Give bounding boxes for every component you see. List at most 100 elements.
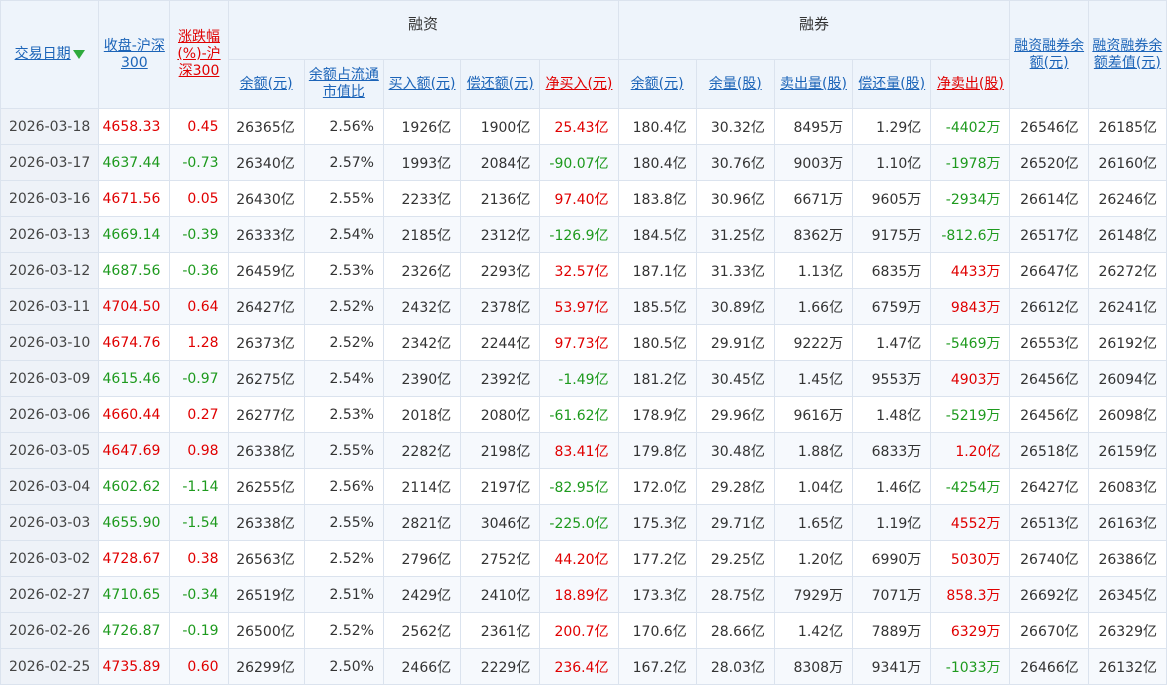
date-cell: 2026-03-02 xyxy=(0,540,100,577)
rq-sell-cell: 6671万 xyxy=(773,180,854,217)
close-cell: 4687.56 xyxy=(98,252,171,289)
rq-qty-cell: 28.75亿 xyxy=(695,576,775,613)
header-rz-net-label[interactable]: 净买入(元) xyxy=(545,76,612,92)
header-close-label[interactable]: 收盘-沪深300 xyxy=(104,38,165,71)
rz-balance-cell: 26277亿 xyxy=(227,396,305,433)
table-row: 2026-03-10 4674.76 1.28 26373亿 2.52% 2342亿 224… xyxy=(0,324,1167,361)
diff-cell: 26272亿 xyxy=(1087,252,1167,289)
rq-net-cell: 6329万 xyxy=(930,612,1011,649)
rz-net-cell: -90.07亿 xyxy=(539,144,619,181)
table-row: 2026-03-11 4704.50 0.64 26427亿 2.52% 2432亿 237… xyxy=(0,288,1167,325)
rq-net-cell: -1978万 xyxy=(930,144,1011,181)
close-cell: 4660.44 xyxy=(98,396,171,433)
header-diff[interactable]: 融资融券余额差值(元) xyxy=(1087,0,1167,109)
total-cell: 26553亿 xyxy=(1009,324,1089,361)
rq-qty-cell: 29.71亿 xyxy=(695,504,775,541)
change-cell: 0.05 xyxy=(169,180,229,217)
sort-desc-icon[interactable] xyxy=(72,49,85,59)
header-rq-net-label[interactable]: 净卖出(股) xyxy=(937,76,1004,92)
header-total-label[interactable]: 融资融券余额(元) xyxy=(1014,38,1084,71)
rq-qty-cell: 29.28亿 xyxy=(695,468,775,505)
rq-qty-cell: 28.66亿 xyxy=(695,612,775,649)
rz-net-cell: 97.73亿 xyxy=(539,324,619,361)
header-change[interactable]: 涨跌幅(%)-沪深300 xyxy=(169,0,229,109)
header-date[interactable]: 交易日期 xyxy=(0,0,100,109)
rz-ratio-cell: 2.52% xyxy=(303,288,384,325)
rq-sell-cell: 8495万 xyxy=(773,108,854,145)
header-rq-balance-label[interactable]: 余额(元) xyxy=(631,76,684,92)
header-close[interactable]: 收盘-沪深300 xyxy=(98,0,171,109)
change-cell: 0.64 xyxy=(169,288,229,325)
date-cell: 2026-03-03 xyxy=(0,504,100,541)
rz-buy-cell: 2466亿 xyxy=(382,648,462,685)
diff-cell: 26192亿 xyxy=(1087,324,1167,361)
header-rq-sell-label[interactable]: 卖出量(股) xyxy=(780,76,847,92)
header-rq-net[interactable]: 净卖出(股) xyxy=(930,59,1011,109)
header-rz-repay-label[interactable]: 偿还额(元) xyxy=(467,76,534,92)
header-change-label[interactable]: 涨跌幅(%)-沪深300 xyxy=(177,29,220,79)
rq-balance-cell: 175.3亿 xyxy=(617,504,697,541)
diff-cell: 26329亿 xyxy=(1087,612,1167,649)
close-cell: 4637.44 xyxy=(98,144,171,181)
rq-repay-cell: 1.48亿 xyxy=(852,396,932,433)
header-date-label[interactable]: 交易日期 xyxy=(15,46,71,62)
rz-net-cell: 32.57亿 xyxy=(539,252,619,289)
header-rz-balance-label[interactable]: 余额(元) xyxy=(240,76,293,92)
date-cell: 2026-03-13 xyxy=(0,216,100,253)
close-cell: 4726.87 xyxy=(98,612,171,649)
diff-cell: 26159亿 xyxy=(1087,432,1167,469)
header-rq-qty[interactable]: 余量(股) xyxy=(695,59,775,109)
change-cell: 0.38 xyxy=(169,540,229,577)
rz-ratio-cell: 2.51% xyxy=(303,576,384,613)
rz-buy-cell: 2282亿 xyxy=(382,432,462,469)
rq-repay-cell: 6990万 xyxy=(852,540,932,577)
header-rz-balance[interactable]: 余额(元) xyxy=(227,59,305,109)
header-rz-net[interactable]: 净买入(元) xyxy=(539,59,619,109)
date-cell: 2026-03-10 xyxy=(0,324,100,361)
header-diff-label[interactable]: 融资融券余额差值(元) xyxy=(1092,38,1162,71)
rz-repay-cell: 2197亿 xyxy=(460,468,541,505)
diff-cell: 26386亿 xyxy=(1087,540,1167,577)
rq-qty-cell: 31.33亿 xyxy=(695,252,775,289)
header-rz-repay[interactable]: 偿还额(元) xyxy=(460,59,541,109)
header-rq-sell[interactable]: 卖出量(股) xyxy=(773,59,854,109)
header-rz-ratio-label[interactable]: 余额占流通市值比 xyxy=(309,67,379,100)
header-rz-ratio[interactable]: 余额占流通市值比 xyxy=(303,59,384,109)
header-rq-balance[interactable]: 余额(元) xyxy=(617,59,697,109)
rq-repay-cell: 6759万 xyxy=(852,288,932,325)
rq-qty-cell: 29.25亿 xyxy=(695,540,775,577)
rq-net-cell: 4552万 xyxy=(930,504,1011,541)
diff-cell: 26163亿 xyxy=(1087,504,1167,541)
date-cell: 2026-02-27 xyxy=(0,576,100,613)
diff-cell: 26160亿 xyxy=(1087,144,1167,181)
rz-repay-cell: 3046亿 xyxy=(460,504,541,541)
date-cell: 2026-03-04 xyxy=(0,468,100,505)
close-cell: 4671.56 xyxy=(98,180,171,217)
header-rz-buy-label[interactable]: 买入额(元) xyxy=(389,76,456,92)
close-cell: 4735.89 xyxy=(98,648,171,685)
rq-sell-cell: 1.88亿 xyxy=(773,432,854,469)
rz-ratio-cell: 2.55% xyxy=(303,432,384,469)
header-rq-repay-label[interactable]: 偿还量(股) xyxy=(858,76,925,92)
rq-sell-cell: 8362万 xyxy=(773,216,854,253)
rq-net-cell: -1033万 xyxy=(930,648,1011,685)
header-rq-qty-label[interactable]: 余量(股) xyxy=(709,76,762,92)
rz-ratio-cell: 2.55% xyxy=(303,180,384,217)
rz-balance-cell: 26430亿 xyxy=(227,180,305,217)
diff-cell: 26185亿 xyxy=(1087,108,1167,145)
rq-net-cell: 9843万 xyxy=(930,288,1011,325)
table-row: 2026-03-05 4647.69 0.98 26338亿 2.55% 2282亿 219… xyxy=(0,432,1167,469)
close-cell: 4710.65 xyxy=(98,576,171,613)
total-cell: 26427亿 xyxy=(1009,468,1089,505)
table-row: 2026-03-09 4615.46 -0.97 26275亿 2.54% 2390亿 23… xyxy=(0,360,1167,397)
rz-buy-cell: 2018亿 xyxy=(382,396,462,433)
rz-buy-cell: 2233亿 xyxy=(382,180,462,217)
rz-repay-cell: 2378亿 xyxy=(460,288,541,325)
header-rq-repay[interactable]: 偿还量(股) xyxy=(852,59,932,109)
header-total[interactable]: 融资融券余额(元) xyxy=(1009,0,1089,109)
date-cell: 2026-03-06 xyxy=(0,396,100,433)
header-rz-buy[interactable]: 买入额(元) xyxy=(382,59,462,109)
total-cell: 26614亿 xyxy=(1009,180,1089,217)
rq-balance-cell: 179.8亿 xyxy=(617,432,697,469)
rz-net-cell: 200.7亿 xyxy=(539,612,619,649)
